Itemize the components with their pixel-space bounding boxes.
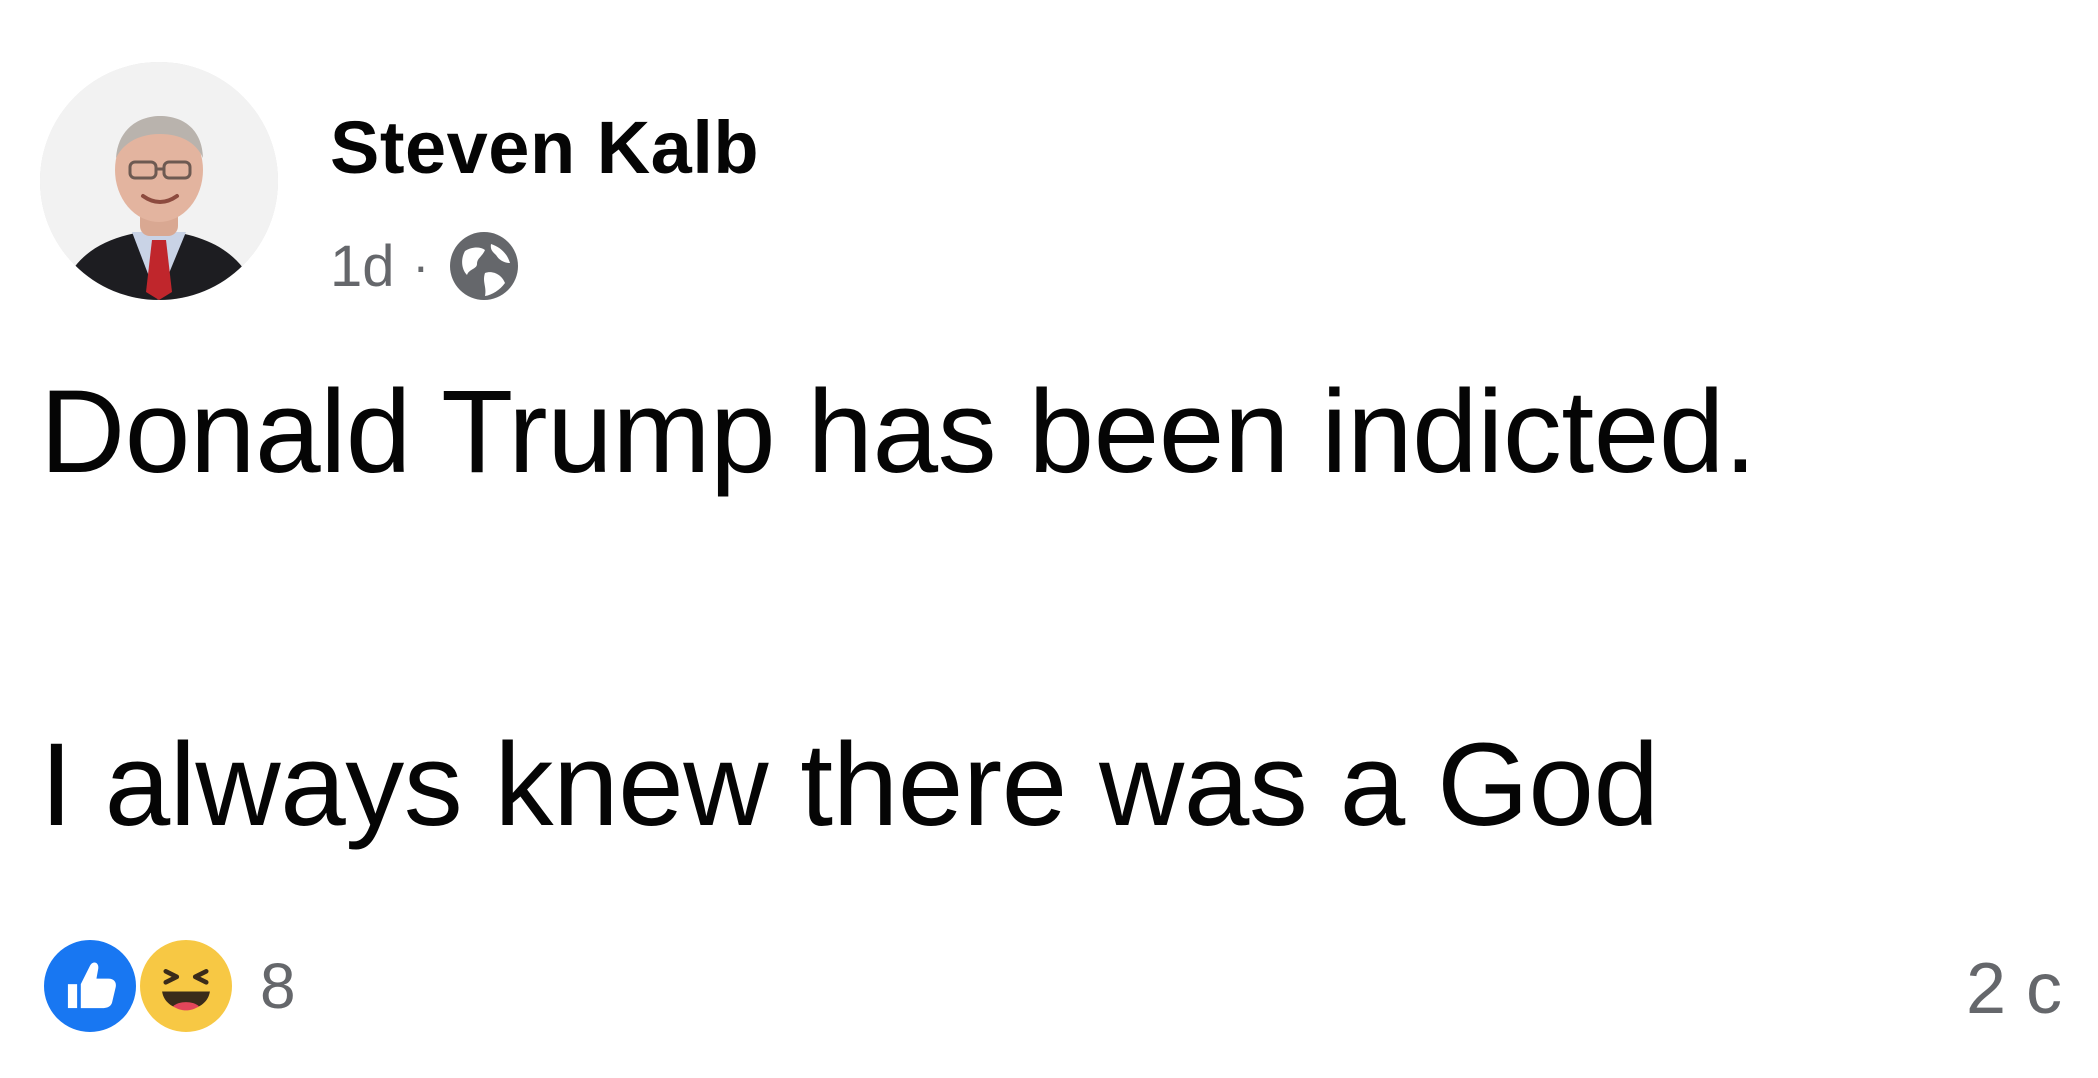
post-text-line-2: I always knew there was a God [40, 719, 1659, 851]
comments-count[interactable]: 2 c [1966, 948, 2062, 1030]
avatar-image [40, 62, 278, 300]
post-meta: 1d · [330, 228, 521, 304]
reaction-icons [40, 936, 236, 1036]
like-icon [40, 936, 140, 1036]
reaction-count: 8 [260, 950, 296, 1022]
post-text-line-1: Donald Trump has been indicted. [40, 366, 1757, 498]
meta-separator: · [412, 238, 430, 294]
author-name[interactable]: Steven Kalb [330, 104, 759, 192]
avatar[interactable] [40, 62, 278, 300]
reactions-summary[interactable]: 8 [40, 936, 296, 1036]
haha-icon [136, 936, 236, 1036]
globe-icon[interactable] [447, 229, 521, 303]
facebook-post: Steven Kalb 1d · Donald Trump has been i… [0, 0, 2098, 1078]
post-timestamp[interactable]: 1d [330, 233, 395, 300]
